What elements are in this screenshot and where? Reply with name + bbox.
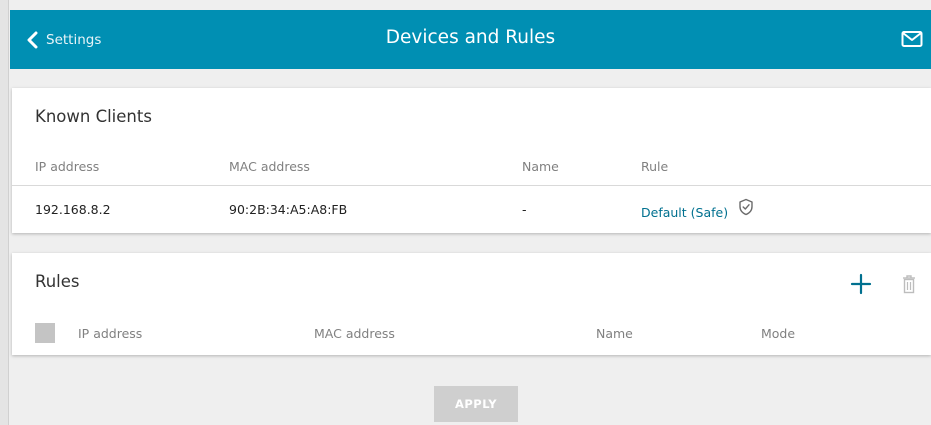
client-name: - bbox=[522, 202, 527, 217]
select-all-checkbox[interactable] bbox=[35, 323, 55, 343]
rules-card: Rules IP address MAC address Name Mode bbox=[12, 253, 931, 355]
mail-icon bbox=[901, 31, 923, 47]
column-header-name: Name bbox=[596, 326, 633, 341]
column-header-mac: MAC address bbox=[229, 159, 310, 174]
shield-check-icon bbox=[739, 198, 753, 216]
known-clients-title: Known Clients bbox=[35, 107, 152, 126]
column-header-rule: Rule bbox=[641, 159, 669, 174]
column-header-mac: MAC address bbox=[314, 326, 395, 341]
known-clients-card: Known Clients IP address MAC address Nam… bbox=[12, 88, 931, 233]
column-header-ip: IP address bbox=[78, 326, 143, 341]
trash-icon bbox=[903, 275, 915, 294]
column-header-mode: Mode bbox=[761, 326, 796, 341]
apply-button[interactable]: APPLY bbox=[434, 386, 518, 422]
page-header: Settings Devices and Rules bbox=[10, 10, 931, 69]
client-ip: 192.168.8.2 bbox=[35, 202, 111, 217]
page-title: Devices and Rules bbox=[385, 27, 556, 48]
client-mac: 90:2B:34:A5:A8:FB bbox=[229, 202, 348, 217]
table-divider bbox=[12, 185, 931, 186]
rules-title: Rules bbox=[35, 272, 80, 291]
client-rule-link[interactable]: Default (Safe) bbox=[641, 205, 728, 220]
column-header-ip: IP address bbox=[35, 159, 100, 174]
window-frame bbox=[0, 0, 9, 425]
column-header-name: Name bbox=[522, 159, 559, 174]
plus-icon[interactable] bbox=[850, 273, 872, 295]
notifications-button[interactable] bbox=[901, 30, 923, 48]
